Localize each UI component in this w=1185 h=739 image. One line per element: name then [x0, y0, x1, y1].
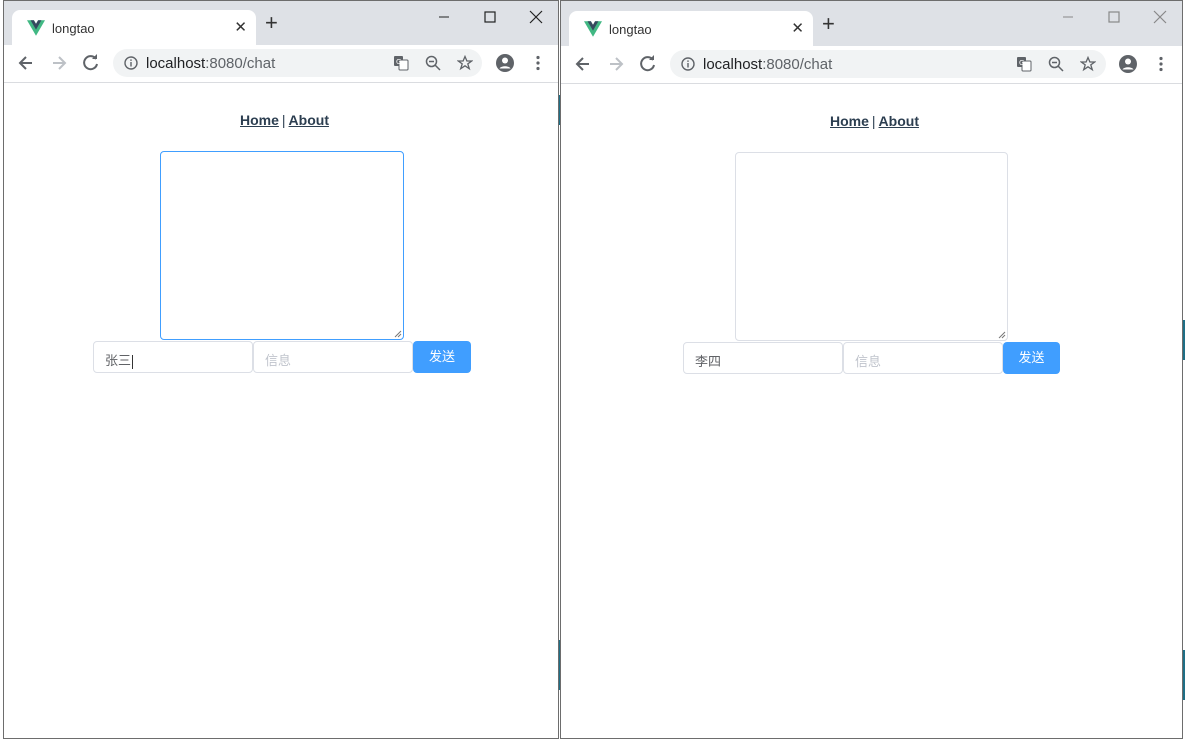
nav-separator: |: [871, 113, 876, 129]
title-bar[interactable]: longtao ✕ +: [4, 1, 558, 45]
forward-arrow-icon[interactable]: [606, 54, 626, 74]
reload-icon[interactable]: [638, 54, 658, 74]
message-input-placeholder: 信息: [855, 354, 882, 369]
home-link[interactable]: Home: [830, 113, 869, 129]
browser-window-left: longtao ✕ + localhost:8080/chat G Home | A…: [3, 0, 559, 739]
svg-text:G: G: [396, 58, 401, 66]
text-caret: [132, 354, 134, 369]
close-icon[interactable]: ✕: [234, 18, 247, 36]
vue-logo-icon: [27, 20, 45, 36]
more-vert-icon[interactable]: [1151, 54, 1171, 74]
home-link[interactable]: Home: [240, 112, 279, 128]
window-close-icon[interactable]: [1150, 7, 1170, 27]
maximize-icon[interactable]: [480, 7, 500, 27]
browser-tab[interactable]: longtao ✕: [12, 10, 256, 45]
star-icon[interactable]: [1080, 56, 1096, 72]
name-input-value: 张三: [105, 353, 132, 368]
browser-toolbar: localhost:8080/chat G: [4, 45, 558, 83]
about-link[interactable]: About: [879, 113, 919, 129]
browser-tab[interactable]: longtao ✕: [569, 11, 813, 46]
message-input[interactable]: 信息: [253, 341, 413, 373]
send-button[interactable]: 发送: [413, 341, 471, 373]
url-text[interactable]: localhost:8080/chat: [146, 55, 275, 72]
info-icon[interactable]: [681, 57, 695, 71]
resize-handle-icon[interactable]: [997, 330, 1006, 339]
name-input[interactable]: 张三: [93, 341, 253, 373]
vue-logo-icon: [584, 21, 602, 37]
translate-icon[interactable]: G: [1016, 56, 1032, 72]
url-host: localhost: [703, 56, 763, 73]
browser-window-right: longtao ✕ + localhost:8080/chat G Home | A…: [560, 0, 1183, 739]
svg-text:G: G: [1019, 59, 1024, 67]
about-link[interactable]: About: [289, 112, 329, 128]
plus-icon[interactable]: +: [265, 12, 278, 34]
name-input-value: 李四: [695, 354, 722, 369]
nav-links: Home | About: [240, 112, 329, 128]
name-input[interactable]: 李四: [683, 342, 843, 374]
zoom-out-icon[interactable]: [1048, 56, 1064, 72]
send-button[interactable]: 发送: [1003, 342, 1060, 374]
more-vert-icon[interactable]: [528, 53, 548, 73]
reload-icon[interactable]: [81, 53, 101, 73]
star-icon[interactable]: [457, 55, 473, 71]
plus-icon[interactable]: +: [822, 13, 835, 35]
address-bar[interactable]: localhost:8080/chat G: [113, 49, 482, 77]
url-text[interactable]: localhost:8080/chat: [703, 56, 832, 73]
nav-separator: |: [281, 112, 286, 128]
url-path: :8080/chat: [205, 55, 276, 72]
close-icon[interactable]: ✕: [791, 19, 804, 37]
send-button-label: 发送: [1018, 350, 1045, 365]
message-input-placeholder: 信息: [265, 353, 292, 368]
translate-icon[interactable]: G: [393, 55, 409, 71]
message-input[interactable]: 信息: [843, 342, 1003, 374]
back-arrow-icon[interactable]: [16, 53, 36, 73]
tab-title: longtao: [52, 21, 95, 36]
url-path: :8080/chat: [762, 56, 833, 73]
window-close-icon[interactable]: [526, 7, 546, 27]
title-bar[interactable]: longtao ✕ +: [561, 1, 1182, 46]
tab-title: longtao: [609, 22, 652, 37]
account-icon[interactable]: [495, 53, 515, 73]
minimize-icon[interactable]: [434, 7, 454, 27]
resize-handle-icon[interactable]: [393, 329, 402, 338]
zoom-out-icon[interactable]: [425, 55, 441, 71]
chat-log-textarea[interactable]: [160, 151, 404, 340]
url-host: localhost: [146, 55, 206, 72]
address-bar[interactable]: localhost:8080/chat G: [670, 50, 1106, 78]
page-content: Home | About 张三 信息 发送: [4, 83, 558, 738]
back-arrow-icon[interactable]: [573, 54, 593, 74]
browser-toolbar: localhost:8080/chat G: [561, 46, 1182, 84]
account-icon[interactable]: [1118, 54, 1138, 74]
info-icon[interactable]: [124, 56, 138, 70]
nav-links: Home | About: [830, 113, 919, 129]
page-content: Home | About 李四 信息 发送: [561, 84, 1182, 738]
forward-arrow-icon[interactable]: [49, 53, 69, 73]
maximize-icon[interactable]: [1104, 7, 1124, 27]
chat-log-textarea[interactable]: [735, 152, 1008, 341]
minimize-icon[interactable]: [1058, 7, 1078, 27]
send-button-label: 发送: [428, 349, 455, 364]
